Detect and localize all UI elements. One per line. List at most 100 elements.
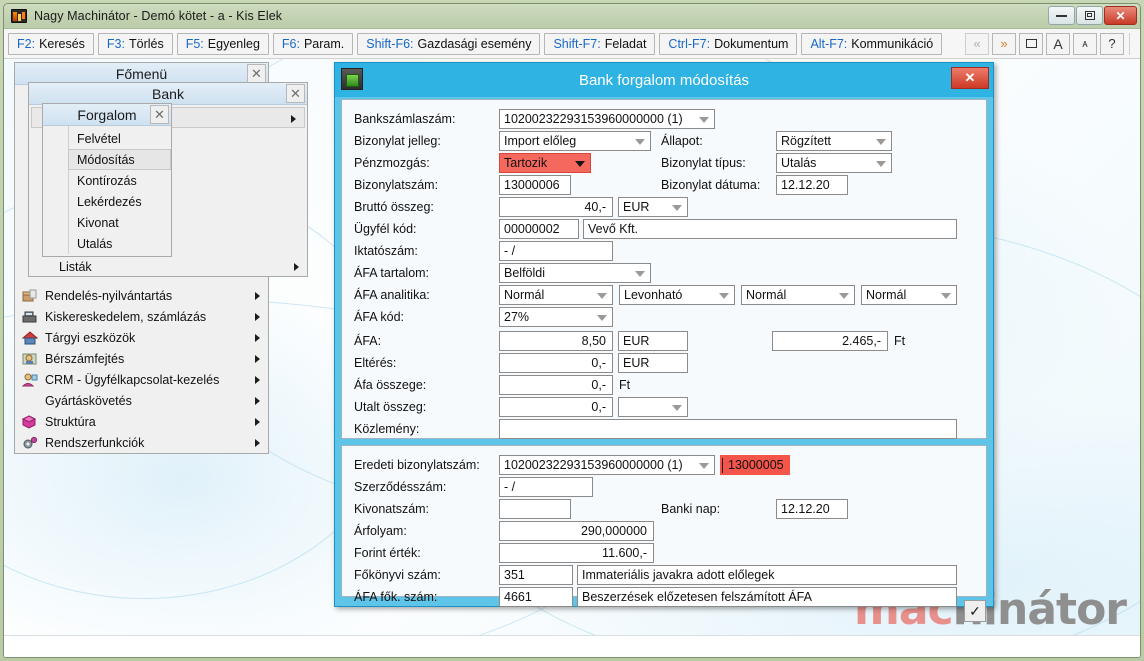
prev-icon[interactable]: « [965,32,989,55]
allapot-value: Rögzített [781,133,832,148]
forgalom-item-modositas[interactable]: Módosítás [68,149,171,170]
toolbar-button-f3[interactable]: F3: Törlés [97,32,173,55]
menu-item-berszamfejtes[interactable]: Bérszámfejtés [15,348,268,369]
toolbar-key-alt-f7: Alt-F7: [810,36,848,51]
bizonylat-tipus-combobox[interactable]: Utalás [776,152,892,173]
forgalom-item-lekerdezes[interactable]: Lekérdezés [69,191,171,212]
menu-item-crm[interactable]: CRM - Ügyfélkapcsolat-kezelés [15,369,268,390]
toolbar-button-ctrl-f7[interactable]: Ctrl-F7: Dokumentum [659,32,798,55]
afa-tartalom-combobox[interactable]: Belföldi [499,262,651,283]
kozlemeny-input[interactable] [499,418,957,439]
bank-menu-close-icon[interactable]: ✕ [286,84,305,103]
afa-fok-szam-text[interactable]: Beszerzések előzetesen felszámított ÁFA [577,586,957,607]
toolbar-button-shift-f7[interactable]: Shift-F7: Feladat [544,32,656,55]
allapot-combobox[interactable]: Rögzített [776,130,892,151]
confirm-button[interactable]: ✓ [964,600,986,622]
forgalom-item-felvetel[interactable]: Felvétel [69,128,171,149]
bankszamlaszam-combobox[interactable]: 10200232293153960000000 (1) [499,108,715,129]
brutto-osszeg-input[interactable]: 40,- [499,196,613,217]
forgalom-item-kontirozas[interactable]: Kontírozás [69,170,171,191]
menu-item-label: Kiskereskedelem, számlázás [45,309,207,324]
utalt-osszeg-currency-combobox[interactable] [618,396,688,417]
iktatoszam-input[interactable]: - / [499,240,613,261]
font-small-icon[interactable]: ᴀ [1073,32,1097,55]
elteres-currency-input[interactable]: EUR [618,352,688,373]
bank-menu-item-listak[interactable]: Listák [29,256,307,277]
toolbar-button-f5[interactable]: F5: Egyenleg [176,32,269,55]
menu-item-targyi-eszkozok[interactable]: Tárgyi eszközök [15,327,268,348]
kivonatszam-input[interactable] [499,498,571,519]
next-icon[interactable]: » [992,32,1016,55]
bank-menu-title: Bank [152,85,184,102]
penzmozgas-combobox[interactable]: Tartozik [499,152,591,173]
forgalom-item-utalas[interactable]: Utalás [69,233,171,254]
toolbar-button-f2[interactable]: F2: Keresés [8,32,94,55]
window-icon[interactable] [1019,32,1043,55]
menu-item-label: CRM - Ügyfélkapcsolat-kezelés [45,372,220,387]
dialog-close-button[interactable]: ✕ [951,67,989,89]
dialog-top-panel: Bankszámlaszám: 10200232293153960000000 … [341,99,987,439]
chevron-down-icon [597,314,607,321]
szerzodesszam-input[interactable]: - / [499,476,593,497]
chevron-right-icon [255,292,260,300]
afa-analitika-combobox-2[interactable]: Levonható [619,284,735,305]
eredeti-bizonylatszam-highlight[interactable]: 13000005 [720,454,790,475]
eredeti-bizonylatszam-combobox[interactable]: 10200232293153960000000 (1) [499,454,715,475]
afa-fok-szam-input[interactable]: 4661 [499,586,573,607]
menu-item-rendeles[interactable]: Rendelés-nyilvántartás [15,285,268,306]
afa-analitika-combobox-3[interactable]: Normál [741,284,855,305]
arfolyam-input[interactable]: 290,000000 [499,520,654,541]
dialog-title: Bank forgalom módosítás [578,71,750,89]
afa-input[interactable]: 8,50 [499,330,613,351]
afa-analitika-combobox-4[interactable]: Normál [861,284,957,305]
afa-huf-input[interactable]: 2.465,- [772,330,888,351]
afa-osszege-input[interactable]: 0,- [499,374,613,395]
minimize-button[interactable] [1048,6,1075,25]
forint-ertek-input[interactable]: 11.600,- [499,542,654,563]
menu-item-gyartaskovetes[interactable]: Gyártáskövetés [15,390,268,411]
ugyfel-kod-input[interactable]: 00000002 [499,218,579,239]
bizonylat-tipus-label: Bizonylat típus: [661,155,746,170]
forgalom-item-kivonat[interactable]: Kivonat [69,212,171,233]
chevron-right-icon [291,115,296,123]
window-controls[interactable]: ✕ [1048,6,1137,25]
toolbar-key-f6: F6: [281,36,300,51]
menu-item-rendszerfunkciok[interactable]: Rendszerfunkciók [15,432,268,453]
afa-analitika-combobox-1[interactable]: Normál [499,284,613,305]
bankszamlaszam-label: Bankszámlaszám: [354,111,456,126]
help-icon[interactable]: ? [1100,32,1124,55]
menu-item-label: Lekérdezés [77,194,142,209]
restore-button[interactable] [1076,6,1103,25]
ugyfel-nev-input[interactable]: Vevő Kft. [583,218,957,239]
fokonyvi-szam-text[interactable]: Immateriális javakra adott előlegek [577,564,957,585]
toolbar-button-shift-f6[interactable]: Shift-F6: Gazdasági esemény [357,32,541,55]
banki-nap-input[interactable]: 12.12.20 [776,498,848,519]
afa-kod-combobox[interactable]: 27% [499,306,613,327]
toolbar-label-f6: Param. [303,36,345,51]
menu-item-struktura[interactable]: Struktúra [15,411,268,432]
main-menu-close-icon[interactable]: ✕ [247,64,266,83]
close-button[interactable]: ✕ [1104,6,1137,25]
font-large-icon[interactable]: A [1046,32,1070,55]
bizonylatszam-input[interactable]: 13000006 [499,174,571,195]
afa-analitika-value-3: Normál [746,287,787,302]
bizonylat-datuma-input[interactable]: 12.12.20 [776,174,848,195]
menu-item-label: Utalás [77,236,113,251]
afa-fok-szam-label: ÁFA fők. szám: [354,589,438,604]
chevron-down-icon [672,404,682,411]
utalt-osszeg-input[interactable]: 0,- [499,396,613,417]
forgalom-menu-close-icon[interactable]: ✕ [150,105,169,124]
banki-nap-label: Banki nap: [661,501,721,516]
bizonylat-jelleg-combobox[interactable]: Import előleg [499,130,651,151]
chevron-down-icon [699,116,709,123]
house-icon [21,330,39,346]
fokonyvi-szam-input[interactable]: 351 [499,564,573,585]
menu-item-kiskereskedelem[interactable]: Kiskereskedelem, számlázás [15,306,268,327]
toolbar-button-alt-f7[interactable]: Alt-F7: Kommunikáció [801,32,943,55]
chevron-down-icon [876,138,886,145]
toolbar-label-shift-f6: Gazdasági esemény [417,36,532,51]
elteres-input[interactable]: 0,- [499,352,613,373]
brutto-currency-combobox[interactable]: EUR [618,196,688,217]
toolbar-button-f6[interactable]: F6: Param. [272,32,354,55]
afa-currency-input[interactable]: EUR [618,330,688,351]
